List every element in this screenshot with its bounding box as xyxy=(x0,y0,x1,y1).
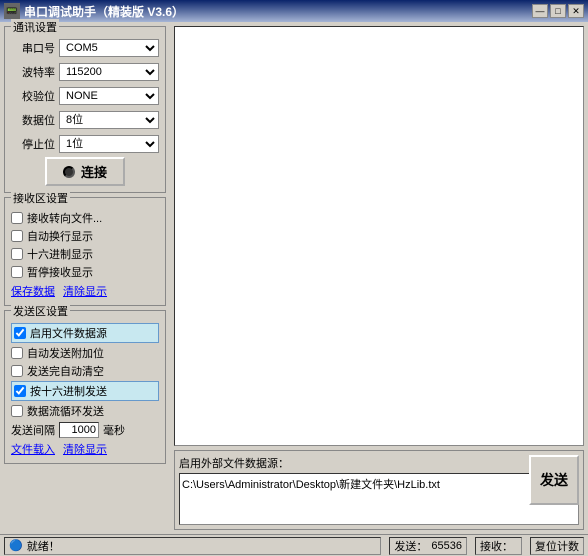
stop-bits-select[interactable]: 1位 1.5位 2位 xyxy=(59,135,159,153)
interval-label: 发送间隔 xyxy=(11,422,55,438)
recv-opt3-label: 十六进制显示 xyxy=(27,246,93,262)
port-label: 串口号 xyxy=(11,40,55,56)
send-opt5-row: 数据流循环发送 xyxy=(11,403,159,419)
recv-opt4-checkbox[interactable] xyxy=(11,266,23,278)
send-opt2-label: 自动发送附加位 xyxy=(27,345,104,361)
recv-opt3-row: 十六进制显示 xyxy=(11,246,159,262)
reset-segment[interactable]: 复位计数 xyxy=(530,537,584,555)
status-icon: 🔵 xyxy=(9,539,23,552)
connect-button[interactable]: 连接 xyxy=(45,157,125,186)
send-link-row: 文件载入 清除显示 xyxy=(11,441,159,457)
send-opt3-row: 发送完自动清空 xyxy=(11,363,159,379)
recv-settings-group: 接收区设置 接收转向文件... 自动换行显示 十六进制显示 暂停接收显示 保存数… xyxy=(4,197,166,306)
title-bar: 📟 串口调试助手（精装版 V3.6） — □ ✕ xyxy=(0,0,588,22)
app-icon: 📟 xyxy=(4,3,20,19)
send-clear-link[interactable]: 清除显示 xyxy=(63,441,107,457)
send-opt3-checkbox[interactable] xyxy=(11,365,23,377)
send-opt3-label: 发送完自动清空 xyxy=(27,363,104,379)
send-button[interactable]: 发送 xyxy=(529,455,579,505)
send-settings-group: 发送区设置 启用文件数据源 自动发送附加位 发送完自动清空 按十六进制发送 数据… xyxy=(4,310,166,464)
tx-label: 发送： xyxy=(394,538,427,554)
ext-file-label: 启用外部文件数据源： xyxy=(179,455,579,471)
data-bits-label: 数据位 xyxy=(11,112,55,128)
send-interval-row: 发送间隔 毫秒 xyxy=(11,422,159,438)
stop-bits-label: 停止位 xyxy=(11,136,55,152)
title-bar-left: 📟 串口调试助手（精装版 V3.6） xyxy=(4,3,184,20)
title-bar-buttons: — □ ✕ xyxy=(532,4,584,18)
parity-select[interactable]: NONE ODD EVEN xyxy=(59,87,159,105)
recv-opt2-row: 自动换行显示 xyxy=(11,228,159,244)
tx-value: 65536 xyxy=(431,540,462,552)
port-select[interactable]: COM5 COM1 COM2 COM3 COM4 xyxy=(59,39,159,57)
main-container: 通讯设置 串口号 COM5 COM1 COM2 COM3 COM4 波特率 11… xyxy=(0,22,588,534)
rx-label: 接收： xyxy=(480,538,513,554)
rx-segment: 接收： xyxy=(475,537,522,555)
stop-bits-row: 停止位 1位 1.5位 2位 xyxy=(11,135,159,153)
recv-opt2-label: 自动换行显示 xyxy=(27,228,93,244)
recv-opt1-label: 接收转向文件... xyxy=(27,210,102,226)
tx-segment: 发送： 65536 xyxy=(389,537,467,555)
recv-opt1-row: 接收转向文件... xyxy=(11,210,159,226)
right-panel: 启用外部文件数据源： C:\Users\Administrator\Deskto… xyxy=(170,22,588,534)
recv-save-link[interactable]: 保存数据 xyxy=(11,283,55,299)
recv-settings-title: 接收区设置 xyxy=(11,190,70,206)
send-opt2-row: 自动发送附加位 xyxy=(11,345,159,361)
baud-row: 波特率 115200 9600 19200 38400 57600 xyxy=(11,63,159,81)
receive-area[interactable] xyxy=(174,26,584,446)
recv-opt1-checkbox[interactable] xyxy=(11,212,23,224)
status-bar: 🔵 就绪！ 发送： 65536 接收： 复位计数 xyxy=(0,534,588,556)
close-button[interactable]: ✕ xyxy=(568,4,584,18)
recv-opt2-checkbox[interactable] xyxy=(11,230,23,242)
comm-settings-group: 通讯设置 串口号 COM5 COM1 COM2 COM3 COM4 波特率 11… xyxy=(4,26,166,193)
comm-settings-title: 通讯设置 xyxy=(11,19,59,35)
port-row: 串口号 COM5 COM1 COM2 COM3 COM4 xyxy=(11,39,159,57)
send-settings-title: 发送区设置 xyxy=(11,303,70,319)
connect-label: 连接 xyxy=(81,162,107,181)
send-opt4-checkbox[interactable] xyxy=(14,385,26,397)
send-opt1-row: 启用文件数据源 xyxy=(11,323,159,343)
data-bits-row: 数据位 8位 5位 6位 7位 xyxy=(11,111,159,129)
recv-clear-link[interactable]: 清除显示 xyxy=(63,283,107,299)
send-opt2-checkbox[interactable] xyxy=(11,347,23,359)
recv-link-row: 保存数据 清除显示 xyxy=(11,283,159,299)
recv-opt3-checkbox[interactable] xyxy=(11,248,23,260)
send-opt5-label: 数据流循环发送 xyxy=(27,403,104,419)
send-file-section: 启用外部文件数据源： C:\Users\Administrator\Deskto… xyxy=(179,455,579,525)
maximize-button[interactable]: □ xyxy=(550,4,566,18)
window-title: 串口调试助手（精装版 V3.6） xyxy=(24,3,184,20)
status-ready: 🔵 就绪！ xyxy=(4,537,381,555)
send-area-container: 启用外部文件数据源： C:\Users\Administrator\Deskto… xyxy=(174,450,584,530)
parity-row: 校验位 NONE ODD EVEN xyxy=(11,87,159,105)
baud-label: 波特率 xyxy=(11,64,55,80)
send-opt5-checkbox[interactable] xyxy=(11,405,23,417)
connect-btn-row: 连接 xyxy=(11,157,159,186)
recv-opt4-row: 暂停接收显示 xyxy=(11,264,159,280)
send-file-link[interactable]: 文件载入 xyxy=(11,441,55,457)
send-opt4-label: 按十六进制发送 xyxy=(30,383,107,399)
send-file-path: C:\Users\Administrator\Desktop\新建文件夹\HzL… xyxy=(179,473,579,525)
reset-label: 复位计数 xyxy=(535,538,579,554)
send-opt1-label: 启用文件数据源 xyxy=(30,325,107,341)
send-opt4-row: 按十六进制发送 xyxy=(11,381,159,401)
recv-opt4-label: 暂停接收显示 xyxy=(27,264,93,280)
interval-input[interactable] xyxy=(59,422,99,438)
status-ready-text: 就绪！ xyxy=(27,538,60,554)
left-panel: 通讯设置 串口号 COM5 COM1 COM2 COM3 COM4 波特率 11… xyxy=(0,22,170,534)
send-opt1-checkbox[interactable] xyxy=(14,327,26,339)
parity-label: 校验位 xyxy=(11,88,55,104)
ms-label: 毫秒 xyxy=(103,422,125,438)
minimize-button[interactable]: — xyxy=(532,4,548,18)
baud-select[interactable]: 115200 9600 19200 38400 57600 xyxy=(59,63,159,81)
data-bits-select[interactable]: 8位 5位 6位 7位 xyxy=(59,111,159,129)
led-indicator xyxy=(63,166,75,178)
